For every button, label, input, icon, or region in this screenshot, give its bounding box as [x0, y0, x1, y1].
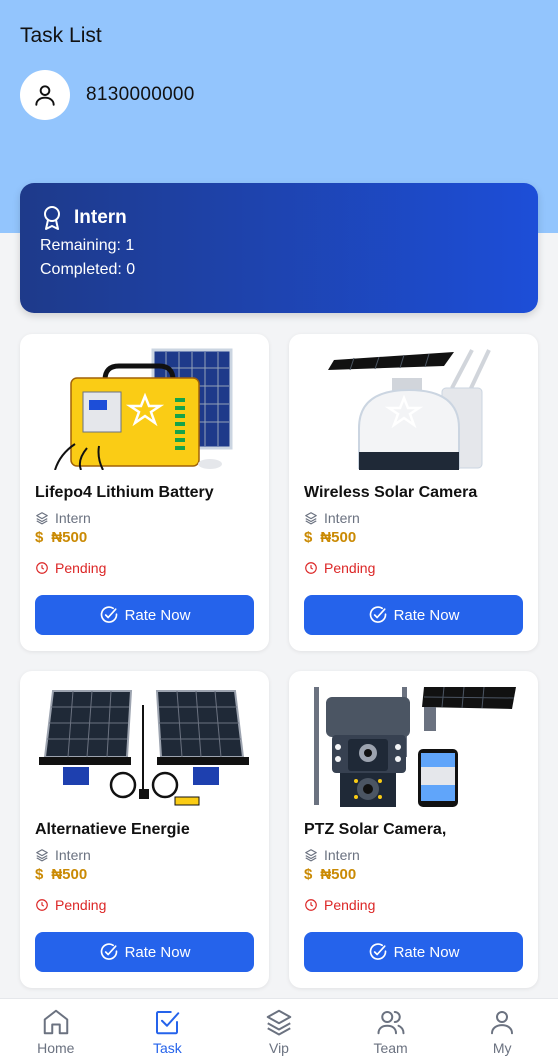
rate-now-button[interactable]: Rate Now: [35, 932, 254, 972]
level-name: Intern: [74, 207, 127, 228]
product-card[interactable]: Alternatieve Energie Intern $ ₦500 Pendi…: [20, 671, 269, 988]
layers-icon: [266, 1009, 292, 1035]
product-status-label: Pending: [324, 897, 376, 913]
product-level-label: Intern: [55, 847, 91, 863]
page-title: Task List: [20, 24, 102, 47]
check-circle-icon: [100, 943, 117, 960]
check-circle-icon: [369, 943, 386, 960]
product-price-value: ₦500: [320, 529, 357, 546]
product-name: Lifepo4 Lithium Battery: [35, 484, 214, 501]
product-image-ptz-camera: [314, 686, 516, 807]
task-icon: [156, 1010, 180, 1034]
layers-icon: [305, 512, 317, 525]
product-image-battery: [54, 348, 233, 470]
rate-now-label: Rate Now: [124, 943, 191, 961]
product-status-label: Pending: [324, 560, 376, 576]
product-price: $ ₦500: [304, 866, 523, 883]
dollar-icon: $: [35, 866, 44, 883]
product-level-label: Intern: [55, 510, 91, 526]
bottom-tab-bar: Home Task Vip Team My: [0, 998, 558, 1063]
product-status: Pending: [35, 560, 254, 576]
tab-task[interactable]: Task: [127, 1007, 207, 1056]
tab-my-label: My: [492, 1039, 512, 1056]
product-name: PTZ Solar Camera,: [304, 821, 447, 838]
product-card[interactable]: PTZ Solar Camera, Intern $ ₦500 Pending …: [289, 671, 538, 988]
layers-icon: [36, 849, 48, 862]
level-card: Intern Remaining: 1 Completed: 0: [20, 183, 538, 313]
clock-icon: [305, 899, 317, 911]
product-level-label: Intern: [324, 510, 360, 526]
user-icon: [491, 1010, 514, 1034]
completed-count: Completed: 0: [40, 261, 136, 278]
tab-home-label: Home: [37, 1039, 75, 1056]
tab-vip-label: Vip: [268, 1039, 289, 1056]
dollar-icon: $: [35, 529, 44, 546]
tab-task-label: Task: [152, 1039, 182, 1056]
tab-home[interactable]: Home: [16, 1007, 96, 1056]
remaining-count: Remaining: 1: [40, 237, 135, 254]
product-card[interactable]: Lifepo4 Lithium Battery Intern $ ₦500 Pe…: [20, 334, 269, 651]
product-status: Pending: [304, 560, 523, 576]
clock-icon: [305, 562, 317, 574]
user-icon: [35, 85, 55, 106]
product-status-label: Pending: [55, 560, 107, 576]
product-image-camera: [328, 349, 491, 470]
tab-my[interactable]: My: [462, 1007, 542, 1056]
user-phone: 8130000000: [86, 84, 195, 105]
check-circle-icon: [369, 606, 386, 623]
product-price: $ ₦500: [35, 529, 254, 546]
product-grid: Lifepo4 Lithium Battery Intern $ ₦500 Pe…: [20, 334, 538, 988]
user-info: 8130000000: [20, 70, 195, 120]
product-level: Intern: [35, 510, 254, 526]
product-price: $ ₦500: [35, 866, 254, 883]
rate-now-button[interactable]: Rate Now: [304, 932, 523, 972]
product-level: Intern: [35, 847, 254, 863]
product-price-value: ₦500: [51, 866, 88, 883]
product-image-solar-kit: [39, 690, 249, 806]
rate-now-label: Rate Now: [393, 606, 460, 624]
product-price-value: ₦500: [320, 866, 357, 883]
product-status-label: Pending: [55, 897, 107, 913]
team-icon: [377, 1010, 405, 1034]
product-level: Intern: [304, 847, 523, 863]
layers-icon: [305, 849, 317, 862]
product-name: Wireless Solar Camera: [304, 484, 478, 501]
rate-now-label: Rate Now: [393, 943, 460, 961]
rate-now-label: Rate Now: [124, 606, 191, 624]
dollar-icon: $: [304, 529, 313, 546]
product-status: Pending: [304, 897, 523, 913]
product-level: Intern: [304, 510, 523, 526]
check-circle-icon: [100, 606, 117, 623]
rate-now-button[interactable]: Rate Now: [35, 595, 254, 635]
clock-icon: [36, 562, 48, 574]
product-name: Alternatieve Energie: [35, 821, 190, 838]
tab-vip[interactable]: Vip: [239, 1007, 319, 1056]
clock-icon: [36, 899, 48, 911]
product-price: $ ₦500: [304, 529, 523, 546]
home-icon: [43, 1009, 69, 1034]
layers-icon: [36, 512, 48, 525]
tab-team-label: Team: [373, 1039, 408, 1056]
product-card[interactable]: Wireless Solar Camera Intern $ ₦500 Pend…: [289, 334, 538, 651]
avatar[interactable]: [20, 70, 70, 120]
product-price-value: ₦500: [51, 529, 88, 546]
tab-team[interactable]: Team: [351, 1007, 431, 1056]
dollar-icon: $: [304, 866, 313, 883]
product-level-label: Intern: [324, 847, 360, 863]
product-status: Pending: [35, 897, 254, 913]
rate-now-button[interactable]: Rate Now: [304, 595, 523, 635]
award-icon: [44, 206, 60, 230]
